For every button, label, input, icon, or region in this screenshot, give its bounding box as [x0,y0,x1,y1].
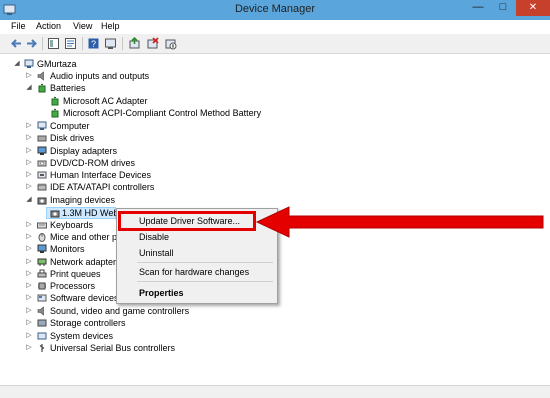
battery-icon [38,83,46,93]
battery-icon [51,108,59,118]
monitor-icon [37,244,47,253]
uninstall-menu-item[interactable]: Uninstall [139,247,174,259]
tree-category[interactable]: DVD/CD-ROM drives [50,157,135,169]
toolbar-separator [122,37,123,50]
expand-icon[interactable]: ▷ [26,268,32,280]
expand-icon[interactable]: ▷ [26,181,32,193]
hid-icon [37,171,47,179]
menu-separator [137,262,273,263]
keyboard-icon [37,222,47,229]
expand-icon[interactable]: ▷ [26,317,32,329]
show-hide-icon[interactable] [47,37,60,50]
tree-category[interactable]: Human Interface Devices [50,169,151,181]
forward-icon[interactable] [25,37,38,50]
tree-category[interactable]: Monitors [50,243,85,255]
tree-root[interactable]: GMurtaza [37,58,77,70]
tree-category[interactable]: Mice and other po [50,231,122,243]
scan-hardware-icon[interactable] [104,37,117,50]
sound-icon [37,306,44,316]
expand-icon[interactable]: ▷ [26,145,32,157]
collapse-icon[interactable]: ◢ [26,82,32,94]
mouse-icon [38,233,46,242]
computer-icon [24,59,34,68]
display-adapter-icon [37,146,47,155]
maximize-button[interactable]: □ [491,0,515,16]
menu-separator [137,281,273,282]
uninstall-icon[interactable] [146,37,159,50]
tree-category[interactable]: Universal Serial Bus controllers [50,342,175,354]
tree-category[interactable]: System devices [50,330,113,342]
menu-view[interactable]: View [72,20,93,34]
tree-category[interactable]: Print queues [50,268,101,280]
expand-icon[interactable]: ▷ [26,231,32,243]
expand-icon[interactable]: ▷ [26,132,32,144]
expand-icon[interactable]: ▷ [26,120,32,132]
menu-file[interactable]: File [10,20,27,34]
tree-device[interactable]: Microsoft AC Adapter [63,95,148,107]
tree-category[interactable]: Network adapters [50,256,121,268]
software-device-icon [37,294,47,302]
menu-action[interactable]: Action [35,20,62,34]
speaker-icon [37,71,44,81]
tree-category[interactable]: Imaging devices [50,194,115,206]
menu-help[interactable]: Help [100,20,121,34]
menu-bar: File Action View Help [0,20,550,34]
tree-category[interactable]: Keyboards [50,219,93,231]
camera-icon [50,210,60,218]
expand-icon[interactable]: ▷ [26,243,32,255]
expand-icon[interactable]: ▷ [26,70,32,82]
tree-category[interactable]: Batteries [50,82,86,94]
expand-icon[interactable]: ▷ [26,256,32,268]
tree-category[interactable]: IDE ATA/ATAPI controllers [50,181,154,193]
disk-drive-icon [37,135,47,142]
disable-icon[interactable] [164,37,177,50]
tree-device[interactable]: Microsoft ACPI-Compliant Control Method … [63,107,261,119]
expand-icon[interactable]: ▷ [26,342,32,354]
expand-icon[interactable]: ▷ [26,169,32,181]
toolbar: ? [0,34,550,54]
update-driver-icon[interactable] [128,37,141,50]
battery-icon [51,96,59,106]
red-arrow-icon [255,206,544,238]
toolbar-separator [42,37,43,50]
tree-category[interactable]: Software devices [50,292,119,304]
scan-for-hardware-changes-menu-item[interactable]: Scan for hardware changes [139,266,249,278]
expand-icon[interactable]: ▷ [26,330,32,342]
camera-icon [37,197,47,205]
storage-controller-icon [37,319,47,327]
svg-text:?: ? [91,39,96,49]
minimize-button[interactable]: — [466,0,490,16]
tree-category[interactable]: Storage controllers [50,317,126,329]
close-button[interactable]: ✕ [516,0,550,16]
usb-icon [39,344,45,352]
expand-icon[interactable]: ▷ [26,292,32,304]
toolbar-separator [82,37,83,50]
tree-category[interactable]: Computer [50,120,90,132]
tree-category[interactable]: Display adapters [50,145,117,157]
status-bar [0,385,550,398]
expand-icon[interactable]: ▷ [26,219,32,231]
processor-icon [38,282,46,290]
dvd-drive-icon [37,160,47,167]
tree-category[interactable]: Disk drives [50,132,94,144]
expand-icon[interactable]: ▷ [26,280,32,292]
expand-icon[interactable]: ▷ [26,305,32,317]
network-adapter-icon [37,258,47,266]
highlight-box [118,211,256,231]
computer-icon [37,121,47,130]
tree-category[interactable]: Sound, video and game controllers [50,305,189,317]
ide-controller-icon [37,183,47,191]
expand-icon[interactable]: ▷ [26,157,32,169]
system-device-icon [37,332,47,340]
tree-category[interactable]: Audio inputs and outputs [50,70,149,82]
collapse-icon[interactable]: ◢ [26,194,32,206]
printer-icon [37,269,47,278]
properties-icon[interactable] [64,37,77,50]
back-icon[interactable] [10,37,23,50]
collapse-icon[interactable]: ◢ [14,58,20,70]
help-icon[interactable]: ? [87,37,100,50]
properties-menu-item[interactable]: Properties [139,287,184,299]
disable-menu-item[interactable]: Disable [139,231,169,243]
tree-category[interactable]: Processors [50,280,95,292]
